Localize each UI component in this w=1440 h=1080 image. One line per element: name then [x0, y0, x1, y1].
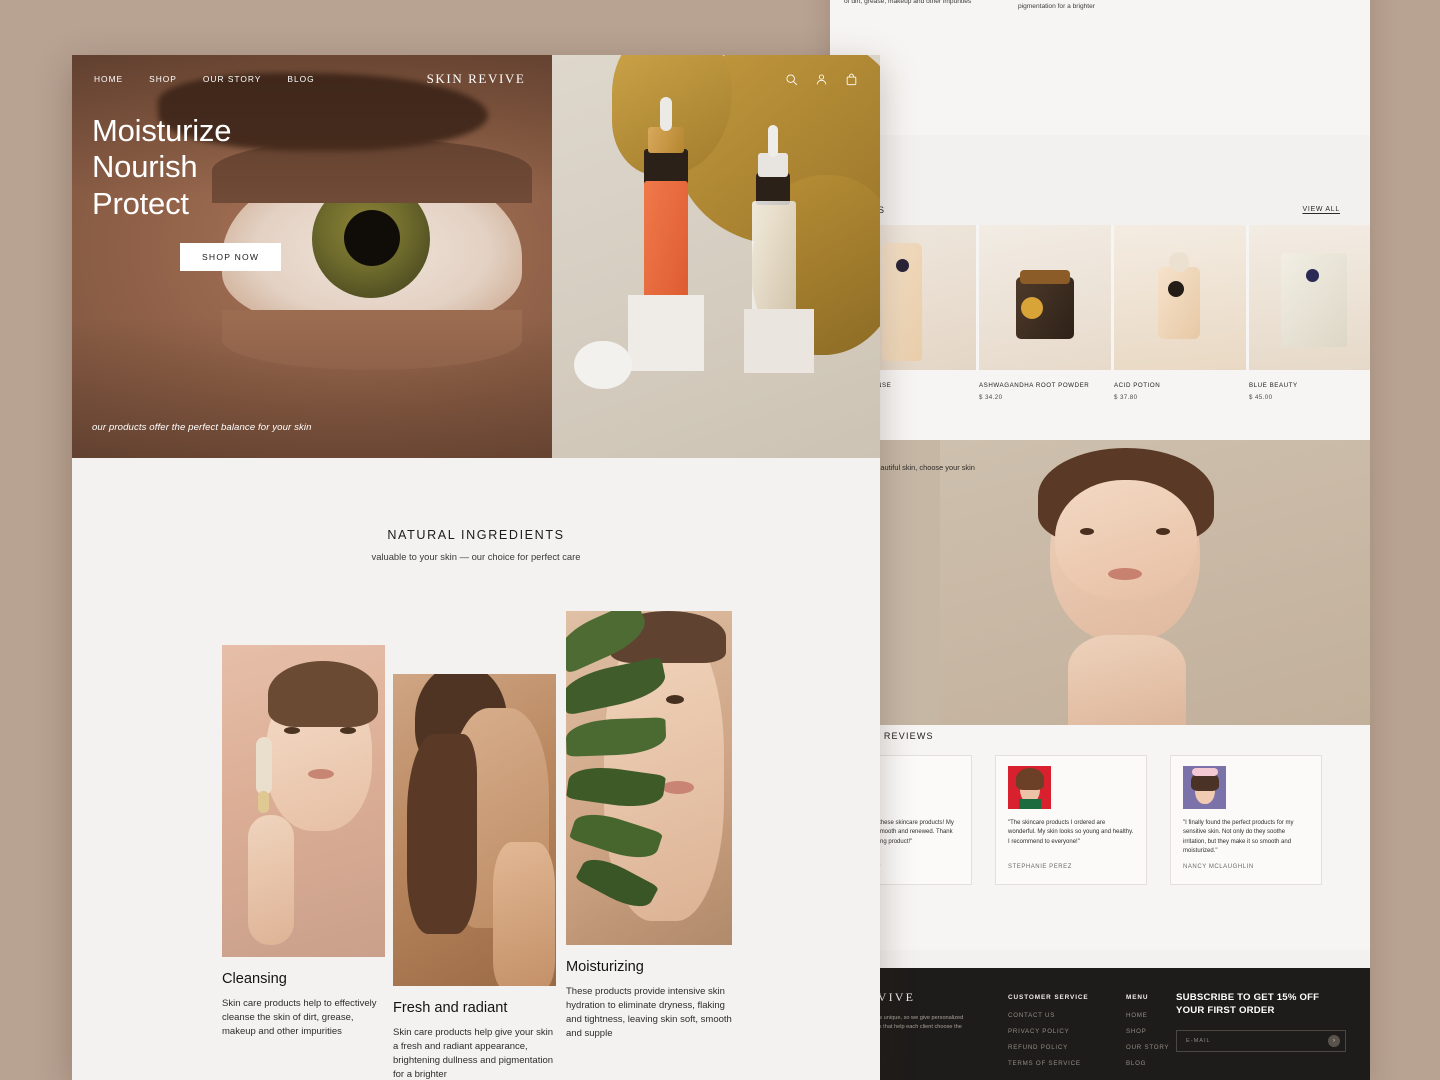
product-name: ACID POTION [1114, 382, 1161, 389]
promo-banner: Proper care is the key to beautiful skin… [830, 440, 1370, 725]
review-author: STEPHANIE PEREZ [1008, 864, 1072, 870]
bestsellers-grid: MIA CLEANSE $ 28.00 ASHWAGANDHA ROOT POW… [830, 225, 1370, 445]
product-price: $ 37.80 [1114, 394, 1138, 401]
product-card[interactable]: ASHWAGANDHA ROOT POWDER $ 34.20 [979, 225, 1111, 401]
ingredient-heading: Cleansing [222, 971, 287, 987]
email-placeholder: E-MAIL [1186, 1037, 1211, 1044]
footer-column-customer-service: CUSTOMER SERVICE CONTACT US PRIVACY POLI… [1008, 994, 1089, 1076]
ingredient-text: Skin care products help give your skin a… [393, 1027, 554, 1080]
email-field[interactable]: E-MAIL › [1176, 1029, 1346, 1052]
footer-link-privacy-policy[interactable]: PRIVACY POLICY [1008, 1028, 1089, 1035]
fresh-radiant-photo [393, 674, 556, 986]
cleansing-photo [222, 645, 385, 957]
section-subtitle: valuable to your skin — our choice for p… [371, 551, 581, 562]
review-author: NANCY MCLAUGHLIN [1183, 864, 1254, 870]
back-ingredient-text: Skin care products help give your skin a… [1018, 0, 1150, 11]
secondary-page-panel: Cleansing Skin care products help to eff… [830, 0, 1370, 1080]
product-price: $ 45.00 [1249, 394, 1273, 401]
review-quote: "The skincare products I ordered are won… [1008, 820, 1134, 845]
hero-subtitle: our products offer the perfect balance f… [92, 422, 312, 433]
reviews-section: CUSTOMERS REVIEWS "I fell in love with t… [830, 725, 1370, 950]
bag-icon[interactable] [845, 73, 858, 86]
ingredient-card-moisturizing[interactable]: Moisturizing These products provide inte… [566, 611, 732, 1041]
site-footer: SKIN REVIVE We know that every skin is u… [830, 968, 1370, 1080]
user-icon[interactable] [815, 73, 828, 86]
product-price: $ 34.20 [979, 394, 1003, 401]
hero-title-line-3: Protect [92, 185, 189, 221]
moisturizing-photo [566, 611, 732, 945]
footer-link-home[interactable]: HOME [1126, 1012, 1169, 1019]
natural-ingredients-section: NATURAL INGREDIENTS valuable to your ski… [72, 458, 880, 1080]
view-all-link[interactable]: VIEW ALL [1302, 206, 1340, 213]
back-ingredient-card[interactable]: Fresh and radiant Skin care products hel… [1018, 0, 1178, 12]
ingredient-heading: Fresh and radiant [393, 1000, 508, 1016]
ingredient-cards: Cleansing Skin care products help to eff… [72, 592, 880, 1080]
product-name: ASHWAGANDHA ROOT POWDER [979, 382, 1090, 389]
back-ingredient-text: Skin care products help to effectively c… [844, 0, 972, 6]
review-quote: "I finally found the perfect products fo… [1183, 820, 1294, 854]
ingredient-heading: Moisturizing [566, 959, 644, 975]
search-icon[interactable] [785, 73, 798, 86]
hero-section: HOME SHOP OUR STORY BLOG SKIN REVIVE Moi… [72, 55, 880, 458]
product-image [979, 225, 1111, 370]
ingredient-text: These products provide intensive skin hy… [566, 986, 732, 1040]
main-page-panel: HOME SHOP OUR STORY BLOG SKIN REVIVE Moi… [72, 55, 880, 1080]
ingredient-card-fresh-radiant[interactable]: Fresh and radiant Skin care products hel… [393, 674, 556, 1080]
product-image [1114, 225, 1246, 370]
ingredient-text: Skin care products help to effectively c… [222, 998, 377, 1038]
back-ingredients-section: Cleansing Skin care products help to eff… [830, 0, 1370, 135]
footer-link-shop[interactable]: SHOP [1126, 1028, 1169, 1035]
avatar [1008, 766, 1051, 809]
product-name: BLUE BEAUTY [1249, 382, 1298, 389]
footer-link-terms-of-service[interactable]: TERMS OF SERVICE [1008, 1060, 1089, 1067]
footer-link-refund-policy[interactable]: REFUND POLICY [1008, 1044, 1089, 1051]
review-card: "The skincare products I ordered are won… [995, 755, 1147, 885]
review-card: "I finally found the perfect products fo… [1170, 755, 1322, 885]
section-title: NATURAL INGREDIENTS [387, 528, 565, 542]
product-image [1249, 225, 1370, 370]
top-navigation: HOME SHOP OUR STORY BLOG SKIN REVIVE [72, 55, 880, 103]
footer-link-our-story[interactable]: OUR STORY [1126, 1044, 1169, 1051]
brand-logo[interactable]: SKIN REVIVE [72, 71, 880, 87]
back-ingredient-card[interactable]: Cleansing Skin care products help to eff… [844, 0, 1004, 7]
footer-column-menu: MENU HOME SHOP OUR STORY BLOG [1126, 994, 1169, 1076]
product-card[interactable]: BLUE BEAUTY $ 45.00 [1249, 225, 1370, 401]
model-photo [940, 440, 1370, 725]
footer-column-heading: MENU [1126, 994, 1149, 1001]
hero-title: Moisturize Nourish Protect [92, 113, 231, 222]
subscribe-heading: SUBSCRIBE TO GET 15% OFF YOUR FIRST ORDE… [1176, 992, 1320, 1016]
newsletter-subscribe: SUBSCRIBE TO GET 15% OFF YOUR FIRST ORDE… [1176, 992, 1346, 1052]
submit-arrow-icon[interactable]: › [1328, 1034, 1340, 1047]
hero-title-line-1: Moisturize [92, 113, 232, 148]
hero-product-photo [552, 55, 880, 458]
ingredient-card-cleansing[interactable]: Cleansing Skin care products help to eff… [222, 645, 385, 1039]
hero-title-line-2: Nourish [92, 149, 198, 185]
nav-icon-group [785, 73, 858, 86]
footer-column-heading: CUSTOMER SERVICE [1008, 994, 1089, 1001]
footer-link-contact-us[interactable]: CONTACT US [1008, 1012, 1089, 1019]
product-card[interactable]: ACID POTION $ 37.80 [1114, 225, 1246, 401]
footer-link-blog[interactable]: BLOG [1126, 1060, 1169, 1067]
shop-now-button[interactable]: SHOP NOW [180, 243, 282, 271]
avatar [1183, 766, 1226, 809]
